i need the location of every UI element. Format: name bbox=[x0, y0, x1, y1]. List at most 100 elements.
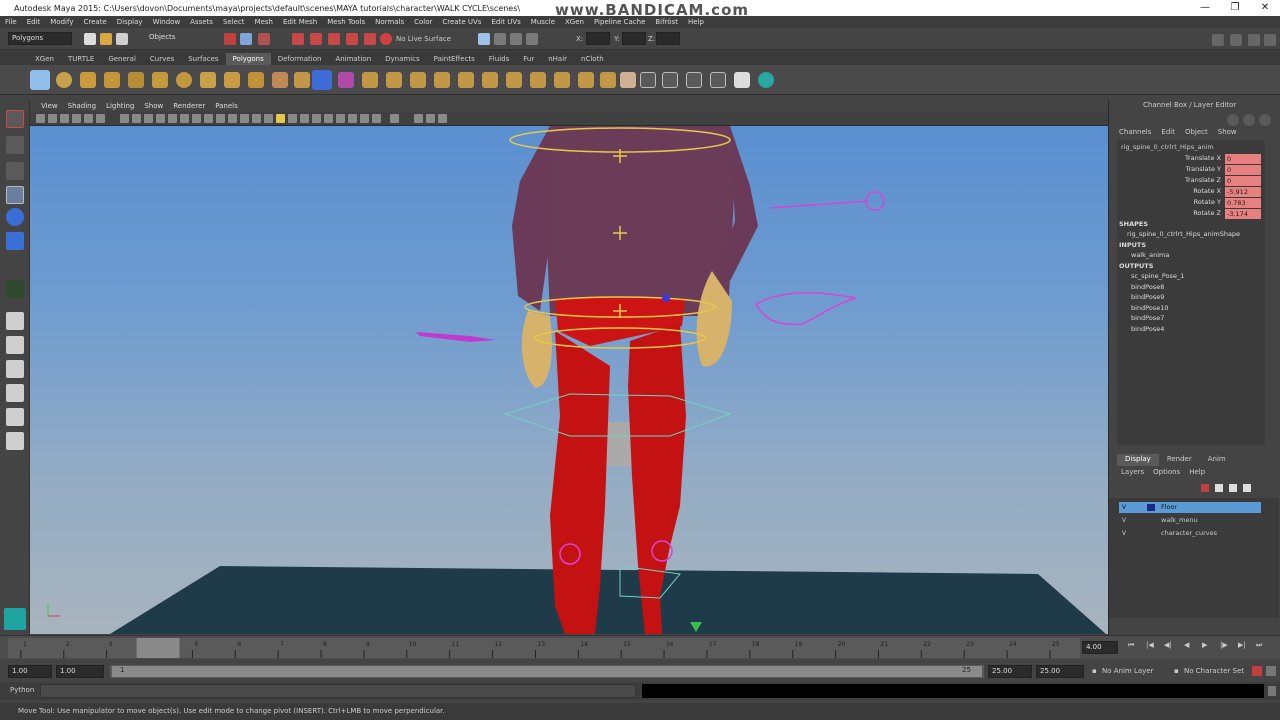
shelf-tab-polygons[interactable]: Polygons bbox=[225, 53, 271, 65]
render-settings-shortcut-icon[interactable] bbox=[4, 608, 26, 630]
snap-grid-icon[interactable] bbox=[292, 33, 304, 45]
render-icon[interactable] bbox=[494, 33, 506, 45]
channel-row[interactable]: Translate Z 0 bbox=[1109, 176, 1279, 187]
live-surface-icon[interactable] bbox=[380, 33, 392, 45]
right-arm-ik-curve[interactable] bbox=[769, 200, 869, 209]
character-set-icon[interactable]: ▪ bbox=[1174, 667, 1179, 675]
layer-move-icon[interactable] bbox=[1243, 484, 1251, 492]
color-management-icon[interactable] bbox=[390, 114, 399, 123]
menu-set-dropdown[interactable]: Polygons bbox=[8, 32, 72, 45]
play-forwards-icon[interactable]: ▶ bbox=[1202, 641, 1207, 649]
channel-attr-value[interactable]: 0 bbox=[1225, 154, 1261, 164]
poly-plane-icon[interactable] bbox=[152, 72, 168, 88]
shelf-tab-general[interactable]: General bbox=[101, 53, 143, 65]
layer-tab-render[interactable]: Render bbox=[1159, 454, 1200, 466]
new-layer-selected-icon[interactable] bbox=[1229, 484, 1237, 492]
channel-row[interactable]: Translate Y 0 bbox=[1109, 165, 1279, 176]
snap-point-icon[interactable] bbox=[328, 33, 340, 45]
input-node[interactable]: walk_anima bbox=[1131, 251, 1169, 259]
append-icon[interactable] bbox=[410, 72, 426, 88]
uv-spherical-icon[interactable] bbox=[686, 72, 702, 88]
menu-item-mesh-tools[interactable]: Mesh Tools bbox=[322, 18, 370, 26]
uv-cylindrical-icon[interactable] bbox=[662, 72, 678, 88]
selected-pivot-marker[interactable] bbox=[662, 294, 670, 302]
screen-space-ao-icon[interactable] bbox=[288, 114, 297, 123]
layer-color-swatch[interactable] bbox=[1147, 517, 1155, 524]
fill-hole-icon[interactable] bbox=[434, 72, 450, 88]
go-to-start-icon[interactable]: ⏮ bbox=[1128, 641, 1134, 650]
channel-menu-show[interactable]: Show bbox=[1218, 128, 1237, 138]
bevel-icon[interactable] bbox=[530, 72, 546, 88]
script-editor-icon[interactable] bbox=[1268, 686, 1276, 696]
layer-tab-anim[interactable]: Anim bbox=[1200, 454, 1234, 466]
layer-visibility-toggle[interactable]: V bbox=[1122, 528, 1126, 539]
resolution-gate-icon[interactable] bbox=[144, 114, 153, 123]
modeling-toolkit-icon[interactable] bbox=[1212, 34, 1224, 46]
triangulate-icon[interactable] bbox=[620, 72, 636, 88]
time-slider[interactable]: 1234567891011121314151617181920212223242… bbox=[0, 635, 1280, 659]
gate-mask-icon[interactable] bbox=[156, 114, 165, 123]
shelf-tab-deformation[interactable]: Deformation bbox=[271, 53, 329, 65]
layer-menu-layers[interactable]: Layers bbox=[1121, 468, 1144, 478]
poly-pipe-icon[interactable] bbox=[248, 72, 264, 88]
new-layer-icon[interactable] bbox=[1215, 484, 1223, 492]
safe-action-icon[interactable] bbox=[180, 114, 189, 123]
poly-sphere-icon[interactable] bbox=[56, 72, 72, 88]
close-button[interactable]: ✕ bbox=[1250, 0, 1280, 16]
mirror-icon[interactable] bbox=[338, 72, 354, 88]
floor-plane[interactable] bbox=[110, 566, 1106, 634]
menu-item-edit[interactable]: Edit bbox=[22, 18, 46, 26]
panel-menu-lighting[interactable]: Lighting bbox=[101, 102, 139, 110]
layer-color-swatch[interactable] bbox=[1147, 504, 1155, 511]
shelf-tab-ncloth[interactable]: nCloth bbox=[574, 53, 611, 65]
layer-row[interactable]: Vcharacter_curves bbox=[1119, 528, 1261, 539]
output-node[interactable]: bindPose9 bbox=[1131, 293, 1164, 301]
select-by-type-icon[interactable] bbox=[240, 33, 252, 45]
outliner-layout-icon[interactable] bbox=[6, 432, 24, 450]
character-set-dropdown[interactable]: No Character Set bbox=[1184, 667, 1244, 675]
play-backwards-icon[interactable]: ◀ bbox=[1184, 641, 1189, 649]
panel-menu-show[interactable]: Show bbox=[139, 102, 168, 110]
menu-item-mesh[interactable]: Mesh bbox=[250, 18, 278, 26]
film-gate-icon[interactable] bbox=[132, 114, 141, 123]
channel-attr-value[interactable]: 0 bbox=[1225, 176, 1261, 186]
channel-row[interactable]: Rotate X -5.912 bbox=[1109, 187, 1279, 198]
channel-attr-value[interactable]: 0 bbox=[1225, 165, 1261, 175]
use-all-lights-icon[interactable] bbox=[264, 114, 273, 123]
menu-item-normals[interactable]: Normals bbox=[370, 18, 409, 26]
uv-automatic-icon[interactable] bbox=[710, 72, 726, 88]
open-scene-icon[interactable] bbox=[100, 33, 112, 45]
animation-preferences-icon[interactable] bbox=[1266, 666, 1276, 676]
layer-color-swatch[interactable] bbox=[1147, 530, 1155, 537]
shelf-tab-dynamics[interactable]: Dynamics bbox=[378, 53, 427, 65]
y-coord-field[interactable] bbox=[622, 32, 646, 45]
grease-pencil-icon[interactable] bbox=[96, 114, 105, 123]
select-camera-icon[interactable] bbox=[36, 114, 45, 123]
step-forward-frame-icon[interactable]: |▶ bbox=[1220, 641, 1228, 649]
channel-row[interactable]: Rotate Y 0.783 bbox=[1109, 198, 1279, 209]
timeline-ruler[interactable]: 1234567891011121314151617181920212223242… bbox=[8, 636, 1088, 660]
menu-item-modify[interactable]: Modify bbox=[45, 18, 78, 26]
poly-pyramid-icon[interactable] bbox=[224, 72, 240, 88]
channel-box-toggle-icon[interactable] bbox=[1264, 34, 1276, 46]
new-scene-icon[interactable] bbox=[84, 33, 96, 45]
right-elbow-pole-control[interactable] bbox=[865, 191, 885, 211]
layer-visibility-toggle[interactable]: V bbox=[1122, 515, 1126, 526]
move-tool-icon[interactable] bbox=[6, 186, 24, 204]
channel-menu-object[interactable]: Object bbox=[1185, 128, 1208, 138]
extrude-icon[interactable] bbox=[362, 72, 378, 88]
lasso-tool-icon[interactable] bbox=[6, 136, 24, 154]
current-frame-field[interactable]: 4.00 bbox=[1082, 641, 1118, 654]
textured-icon[interactable] bbox=[252, 114, 261, 123]
shelf-tab-surfaces[interactable]: Surfaces bbox=[181, 53, 225, 65]
merge-icon[interactable] bbox=[554, 72, 570, 88]
render-view-icon[interactable] bbox=[478, 33, 490, 45]
anim-layer-icon[interactable]: ▪ bbox=[1092, 667, 1097, 675]
hypershade-icon[interactable] bbox=[758, 72, 774, 88]
minimize-button[interactable]: — bbox=[1190, 0, 1220, 16]
layer-menu-options[interactable]: Options bbox=[1153, 468, 1180, 478]
poly-prism-icon[interactable] bbox=[200, 72, 216, 88]
output-node[interactable]: sc_spine_Pose_1 bbox=[1131, 272, 1184, 280]
paint-select-tool-icon[interactable] bbox=[6, 162, 24, 180]
shape-name[interactable]: rig_spine_0_ctrlrt_Hips_animShape bbox=[1127, 230, 1240, 238]
